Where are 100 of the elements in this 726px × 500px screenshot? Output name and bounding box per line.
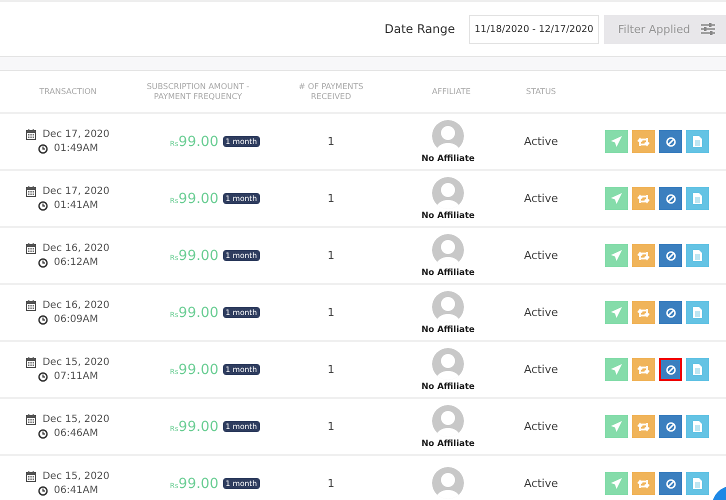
clock-icon <box>38 428 48 438</box>
invoice-button[interactable] <box>686 130 709 153</box>
renew-button[interactable] <box>632 415 655 438</box>
renew-button[interactable] <box>632 301 655 324</box>
invoice-button[interactable] <box>686 472 709 495</box>
cancel-button[interactable] <box>659 472 682 495</box>
cancel-button[interactable] <box>659 415 682 438</box>
transaction-time: 06:12AM <box>54 257 98 268</box>
transaction-time: 01:41AM <box>54 200 98 211</box>
column-header: # OF PAYMENTS RECEIVED <box>298 82 364 101</box>
transaction-date: Dec 15, 2020 <box>42 414 110 425</box>
column-header: STATUS <box>524 86 557 96</box>
renew-button[interactable] <box>632 244 655 267</box>
document-icon <box>693 421 702 432</box>
send-button[interactable] <box>605 358 628 381</box>
column-header: SUBSCRIPTION AMOUNT - PAYMENT FREQUENCY <box>146 82 250 101</box>
retweet-icon <box>637 364 650 374</box>
cancel-button[interactable] <box>659 130 682 153</box>
send-button[interactable] <box>605 415 628 438</box>
clock-icon <box>38 486 48 496</box>
status-text: Active <box>524 249 558 262</box>
renew-button[interactable] <box>632 358 655 381</box>
paper-plane-icon <box>611 421 622 432</box>
sliders-icon <box>700 22 716 36</box>
calendar-icon <box>26 357 36 368</box>
calendar-icon <box>26 129 36 140</box>
date-range-label: Date Range <box>384 22 455 36</box>
send-button[interactable] <box>605 244 628 267</box>
invoice-button[interactable] <box>686 358 709 381</box>
clock-icon <box>38 372 48 382</box>
renew-button[interactable] <box>632 130 655 153</box>
transaction-date: Dec 17, 2020 <box>42 129 110 140</box>
clock-icon <box>38 200 48 210</box>
avatar-icon <box>432 176 464 208</box>
affiliate-name: No Affiliate <box>421 210 475 220</box>
retweet-icon <box>637 136 650 146</box>
status-text: Active <box>524 192 558 205</box>
renew-button[interactable] <box>632 472 655 495</box>
invoice-button[interactable] <box>686 415 709 438</box>
avatar-icon <box>432 348 464 380</box>
clock-icon <box>38 144 48 154</box>
transaction-date: Dec 15, 2020 <box>42 471 110 482</box>
send-button[interactable] <box>605 130 628 153</box>
document-icon <box>693 478 702 489</box>
cancel-button[interactable] <box>659 358 682 381</box>
invoice-button[interactable] <box>686 244 709 267</box>
status-text: Active <box>524 420 558 433</box>
status-text: Active <box>524 135 558 148</box>
payments-count: 1 <box>328 477 334 490</box>
transaction-time: 07:11AM <box>54 371 98 382</box>
ban-icon <box>666 250 676 260</box>
payments-count: 1 <box>328 249 334 262</box>
affiliate-name: No Affiliate <box>421 438 475 448</box>
affiliate-name: No Affiliate <box>421 268 475 278</box>
affiliate-name: No Affiliate <box>421 324 475 334</box>
send-button[interactable] <box>605 472 628 495</box>
payments-count: 1 <box>328 192 334 205</box>
calendar-icon <box>26 186 36 197</box>
calendar-icon <box>26 414 36 425</box>
ban-icon <box>666 422 676 432</box>
retweet-icon <box>637 478 650 488</box>
date-range-field[interactable]: 11/18/2020 - 12/17/2020 <box>469 14 599 44</box>
column-header: TRANSACTION <box>38 86 98 96</box>
transaction-time: 01:49AM <box>54 143 98 154</box>
ban-icon <box>666 308 676 318</box>
send-button[interactable] <box>605 301 628 324</box>
ban-icon <box>666 194 676 204</box>
transaction-date: Dec 17, 2020 <box>42 186 110 197</box>
transaction-time: 06:46AM <box>54 428 98 439</box>
clock-icon <box>38 314 48 324</box>
transaction-date: Dec 16, 2020 <box>42 243 110 254</box>
cancel-button[interactable] <box>659 301 682 324</box>
avatar-icon <box>432 290 464 322</box>
invoice-button[interactable] <box>686 301 709 324</box>
paper-plane-icon <box>611 307 622 318</box>
cancel-button[interactable] <box>659 244 682 267</box>
transaction-time: 06:09AM <box>54 314 98 325</box>
calendar-icon <box>26 243 36 254</box>
retweet-icon <box>637 194 650 204</box>
transaction-date: Dec 15, 2020 <box>42 357 110 368</box>
paper-plane-icon <box>611 364 622 375</box>
column-header: AFFILIATE <box>431 86 472 96</box>
paper-plane-icon <box>611 136 622 147</box>
status-text: Active <box>524 306 558 319</box>
renew-button[interactable] <box>632 187 655 210</box>
avatar-icon <box>432 120 464 152</box>
payments-count: 1 <box>328 135 334 148</box>
payments-count: 1 <box>328 420 334 433</box>
document-icon <box>693 364 702 375</box>
status-text: Active <box>524 477 558 490</box>
cancel-button[interactable] <box>659 187 682 210</box>
document-icon <box>693 193 702 204</box>
paper-plane-icon <box>611 193 622 204</box>
document-icon <box>693 250 702 261</box>
send-button[interactable] <box>605 187 628 210</box>
invoice-button[interactable] <box>686 187 709 210</box>
calendar-icon <box>26 471 36 482</box>
status-text: Active <box>524 363 558 376</box>
ban-icon <box>666 364 676 374</box>
document-icon <box>693 136 702 147</box>
